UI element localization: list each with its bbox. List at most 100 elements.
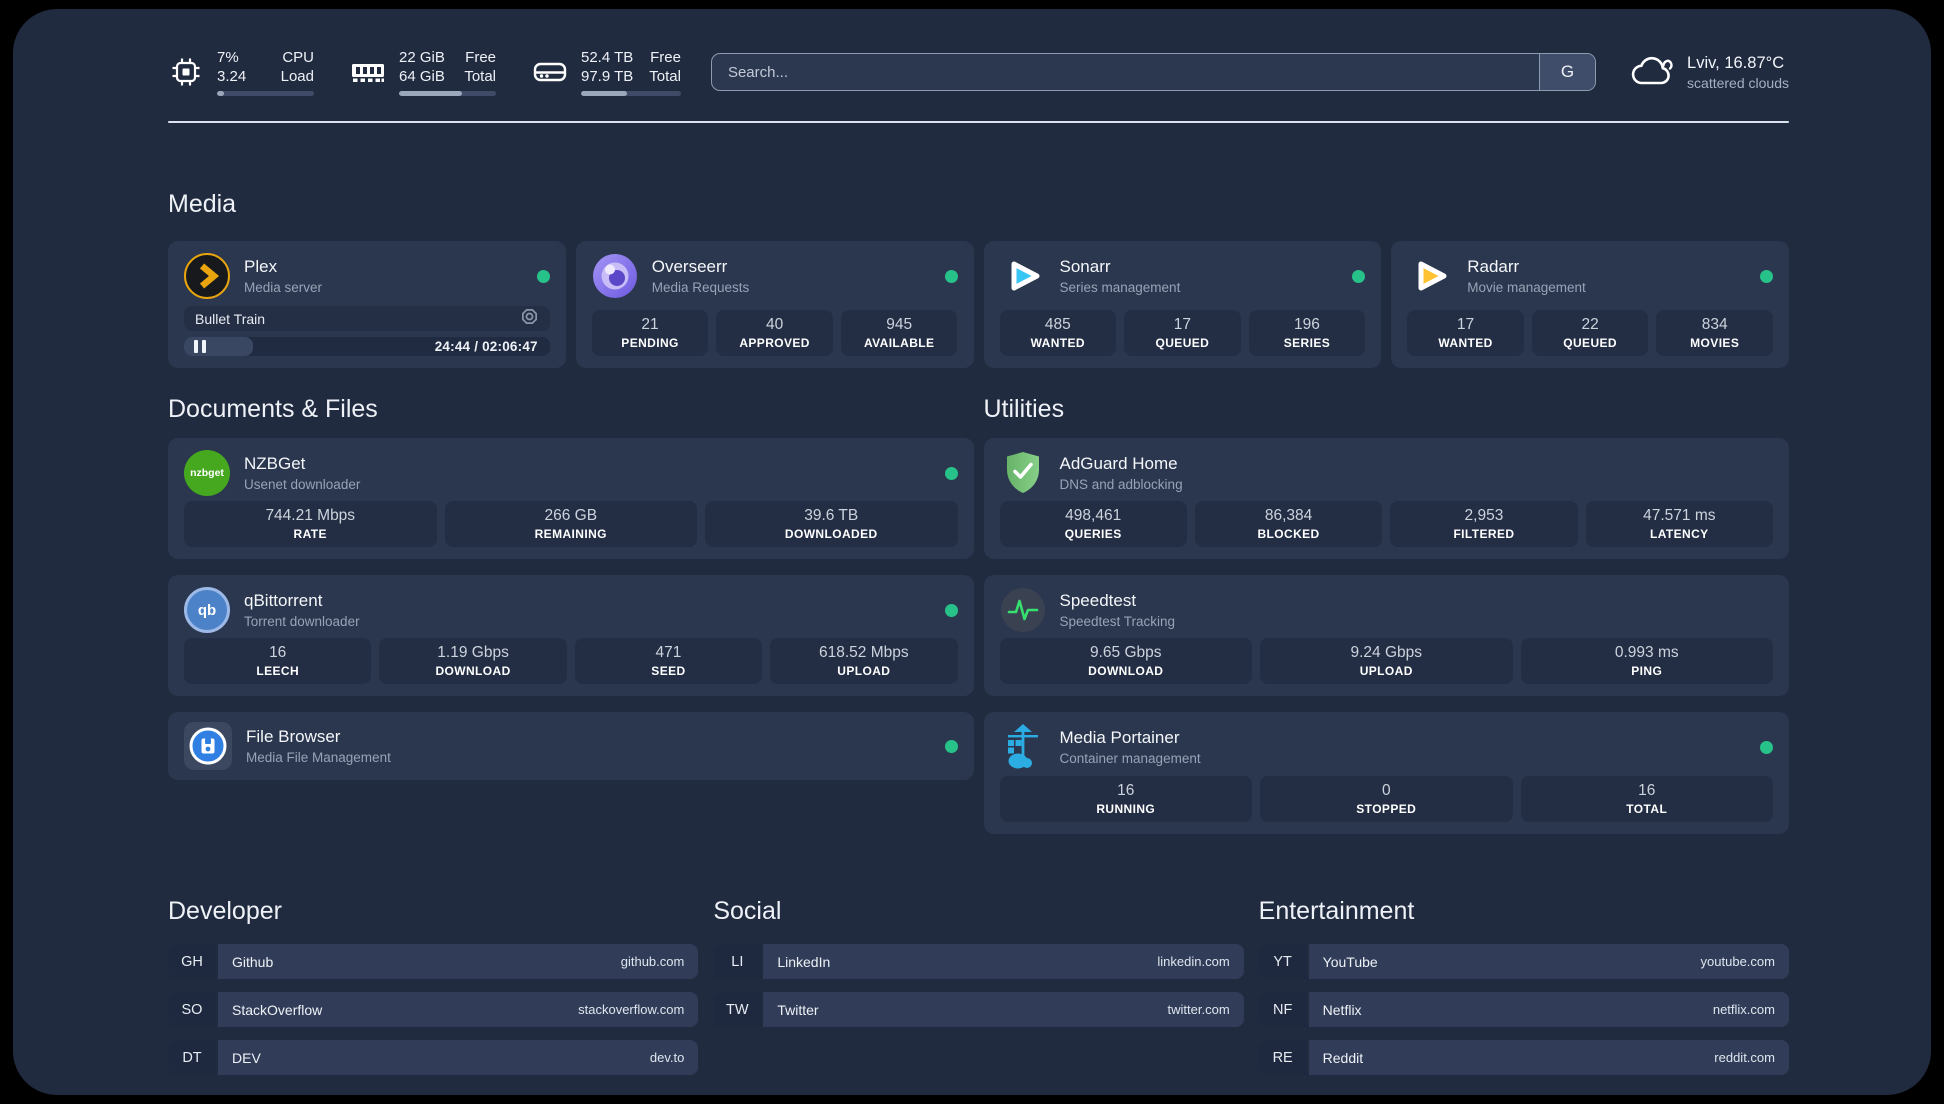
app-card-overseerr[interactable]: Overseerr Media Requests 21 PENDING 40 APP… xyxy=(575,241,974,368)
stat-label: RATE xyxy=(293,527,327,541)
adguard-app-link[interactable]: AdGuard Home DNS and adblocking xyxy=(1000,450,1774,496)
stat-label: WANTED xyxy=(1438,336,1493,350)
app-description: Media server xyxy=(244,280,323,295)
cpu-load-label: Load xyxy=(280,68,314,85)
stat-label: BLOCKED xyxy=(1257,527,1320,541)
app-name: File Browser xyxy=(246,727,341,746)
stat-value: 498,461 xyxy=(1065,507,1122,524)
app-name: Radarr xyxy=(1467,257,1520,276)
app-card-portainer[interactable]: Media Portainer Container management 16 R… xyxy=(983,712,1789,834)
stat-value: 16 xyxy=(1638,782,1656,799)
disk-metric: 52.4 TB 97.9 TB Free Total xyxy=(532,48,681,96)
app-card-filebrowser[interactable]: File Browser Media File Management xyxy=(168,712,974,780)
link-url: stackoverflow.com xyxy=(578,1002,685,1017)
stat-value: 2,953 xyxy=(1464,507,1504,524)
stat-box: 485 WANTED xyxy=(999,310,1117,356)
plex-app-link[interactable]: Plex Media server xyxy=(184,253,550,299)
stat-box: 16 RUNNING xyxy=(999,776,1252,822)
app-card-speedtest[interactable]: Speedtest Speedtest Tracking 9.65 Gbps DO… xyxy=(983,575,1789,696)
plex-progress-bar: 24:44 / 02:06:47 xyxy=(184,337,550,356)
overseerr-app-link[interactable]: Overseerr Media Requests xyxy=(592,253,958,299)
overseerr-logo-icon xyxy=(592,253,638,299)
stat-label: QUEUED xyxy=(1155,336,1210,350)
link-tag: RE xyxy=(1258,1040,1307,1075)
disk-total-value: 97.9 TB xyxy=(581,68,634,85)
link-linkedin[interactable]: LI LinkedIn linkedin.com xyxy=(713,944,1244,979)
speedtest-app-link[interactable]: Speedtest Speedtest Tracking xyxy=(1000,587,1774,633)
search-input[interactable] xyxy=(711,54,1540,90)
link-tag: TW xyxy=(713,992,762,1027)
link-bar: YouTube youtube.com xyxy=(1308,944,1789,979)
link-name: LinkedIn xyxy=(777,953,831,970)
stat-label: FILTERED xyxy=(1453,527,1515,541)
section-title-developer: Developer xyxy=(168,897,282,925)
search-engine-button[interactable]: G xyxy=(1539,54,1596,90)
link-stackoverflow[interactable]: SO StackOverflow stackoverflow.com xyxy=(168,992,699,1027)
link-bar: Github github.com xyxy=(218,944,699,979)
adguard-stats: 498,461 QUERIES 86,384 BLOCKED 2,953 FILTER… xyxy=(999,501,1773,547)
app-name: qBittorrent xyxy=(244,591,323,610)
app-card-radarr[interactable]: Radarr Movie management 17 WANTED 22 QUEUE… xyxy=(1391,241,1789,368)
nzbget-stats: 744.21 Mbps RATE 266 GB REMAINING 39.6 TB D… xyxy=(184,501,958,547)
weather-widget: Lviv, 16.87°C scattered clouds xyxy=(1630,53,1789,92)
stat-value: 16 xyxy=(269,644,287,661)
link-bar: Netflix netflix.com xyxy=(1308,992,1789,1027)
disk-free-value: 52.4 TB xyxy=(581,49,634,66)
link-bar: StackOverflow stackoverflow.com xyxy=(218,992,699,1027)
playback-time: 24:44 / 02:06:47 xyxy=(434,339,538,355)
radarr-app-link[interactable]: Radarr Movie management xyxy=(1407,253,1773,299)
link-name: StackOverflow xyxy=(232,1001,323,1018)
nzbget-app-link[interactable]: nzbget NZBGet Usenet downloader xyxy=(184,450,958,496)
section-title-entertainment: Entertainment xyxy=(1258,897,1415,925)
nzbget-logo-text: nzbget xyxy=(190,467,224,479)
qbittorrent-app-link[interactable]: qb qBittorrent Torrent downloader xyxy=(184,587,958,633)
stat-box: 2,953 FILTERED xyxy=(1390,501,1578,547)
filebrowser-app-link[interactable]: File Browser Media File Management xyxy=(184,722,958,770)
search-box: G xyxy=(710,53,1597,91)
app-card-adguard[interactable]: AdGuard Home DNS and adblocking 498,461 Q… xyxy=(983,438,1789,559)
stat-value: 618.52 Mbps xyxy=(819,644,909,661)
stat-box: 266 GB REMAINING xyxy=(444,501,697,547)
link-tag: GH xyxy=(168,944,216,979)
stat-value: 9.24 Gbps xyxy=(1350,644,1423,661)
social-links: Social LI LinkedIn linkedin.com TW Twitte… xyxy=(713,896,1244,1088)
stat-value: 17 xyxy=(1456,316,1475,333)
sonarr-app-link[interactable]: Sonarr Series management xyxy=(1000,253,1366,299)
stat-box: 1.19 Gbps DOWNLOAD xyxy=(379,638,567,684)
stat-box: 471 SEED xyxy=(574,638,763,684)
app-card-nzbget[interactable]: nzbget NZBGet Usenet downloader 744.21 M… xyxy=(168,438,974,559)
stat-box: 744.21 Mbps RATE xyxy=(184,501,437,547)
link-twitter[interactable]: TW Twitter twitter.com xyxy=(713,992,1244,1027)
memory-free-label: Free xyxy=(465,49,496,66)
pause-button[interactable] xyxy=(194,340,206,354)
stat-label: UPLOAD xyxy=(837,664,891,678)
stat-label: DOWNLOAD xyxy=(1088,664,1164,678)
app-card-qbittorrent[interactable]: qb qBittorrent Torrent downloader 16 LEEC… xyxy=(168,575,974,696)
app-description: Container management xyxy=(1059,751,1201,766)
app-card-sonarr[interactable]: Sonarr Series management 485 WANTED 17 QUE… xyxy=(983,241,1382,368)
link-dev[interactable]: DT DEV dev.to xyxy=(168,1040,699,1075)
link-tag: NF xyxy=(1258,992,1307,1027)
stat-box: 39.6 TB DOWNLOADED xyxy=(705,501,958,547)
link-youtube[interactable]: YT YouTube youtube.com xyxy=(1258,944,1789,979)
app-card-plex[interactable]: Plex Media server Bullet Train 24:44 / 0… xyxy=(168,241,566,368)
stat-label: WANTED xyxy=(1030,336,1085,350)
stat-value: 86,384 xyxy=(1264,507,1313,524)
link-name: Reddit xyxy=(1322,1049,1364,1066)
link-netflix[interactable]: NF Netflix netflix.com xyxy=(1258,992,1789,1027)
disk-progress-bar xyxy=(581,91,681,96)
stat-value: 834 xyxy=(1701,316,1728,333)
status-dot xyxy=(944,739,958,753)
stat-value: 266 GB xyxy=(544,507,598,524)
portainer-app-link[interactable]: Media Portainer Container management xyxy=(1000,724,1773,770)
stat-label: RUNNING xyxy=(1096,802,1156,816)
dashboard: 7% 3.24 CPU Load 22 GiB 64 GiB Free Total xyxy=(13,9,1931,1095)
link-github[interactable]: GH Github github.com xyxy=(168,944,699,979)
link-reddit[interactable]: RE Reddit reddit.com xyxy=(1258,1040,1789,1075)
stat-box: 16 TOTAL xyxy=(1520,776,1773,822)
stat-value: 0.993 ms xyxy=(1614,644,1679,661)
utilities-column: Utilities AdGuard Home DNS and adblockin… xyxy=(983,368,1789,850)
stat-value: 22 xyxy=(1581,316,1599,333)
stat-label: LATENCY xyxy=(1650,527,1709,541)
stat-box: 834 MOVIES xyxy=(1656,310,1773,356)
